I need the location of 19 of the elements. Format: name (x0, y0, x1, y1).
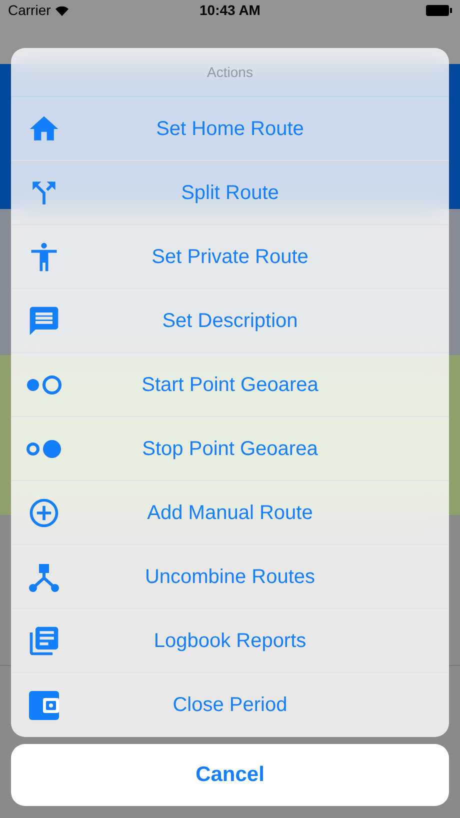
action-item[interactable]: Close Period (11, 673, 449, 737)
sheet-title: Actions (207, 62, 253, 82)
battery-icon (426, 4, 452, 16)
action-item[interactable]: Stop Point Geoarea (11, 417, 449, 481)
action-item[interactable]: Split Route (11, 161, 449, 225)
hollow-and-filled-dots-icon (25, 438, 63, 460)
action-item[interactable]: Set Home Route (11, 97, 449, 161)
wifi-icon (54, 4, 69, 16)
action-item[interactable]: Set Private Route (11, 225, 449, 289)
carrier-label: Carrier (8, 0, 51, 20)
action-item[interactable]: Set Description (11, 289, 449, 353)
action-item[interactable]: Uncombine Routes (11, 545, 449, 609)
action-item[interactable]: Add Manual Route (11, 481, 449, 545)
action-item[interactable]: Start Point Geoarea (11, 353, 449, 417)
status-time: 10:43 AM (200, 0, 260, 20)
filled-and-hollow-dots-icon (25, 374, 63, 396)
action-item[interactable]: Logbook Reports (11, 609, 449, 673)
cancel-button[interactable]: Cancel (11, 744, 449, 806)
wallet-icon (28, 689, 60, 721)
